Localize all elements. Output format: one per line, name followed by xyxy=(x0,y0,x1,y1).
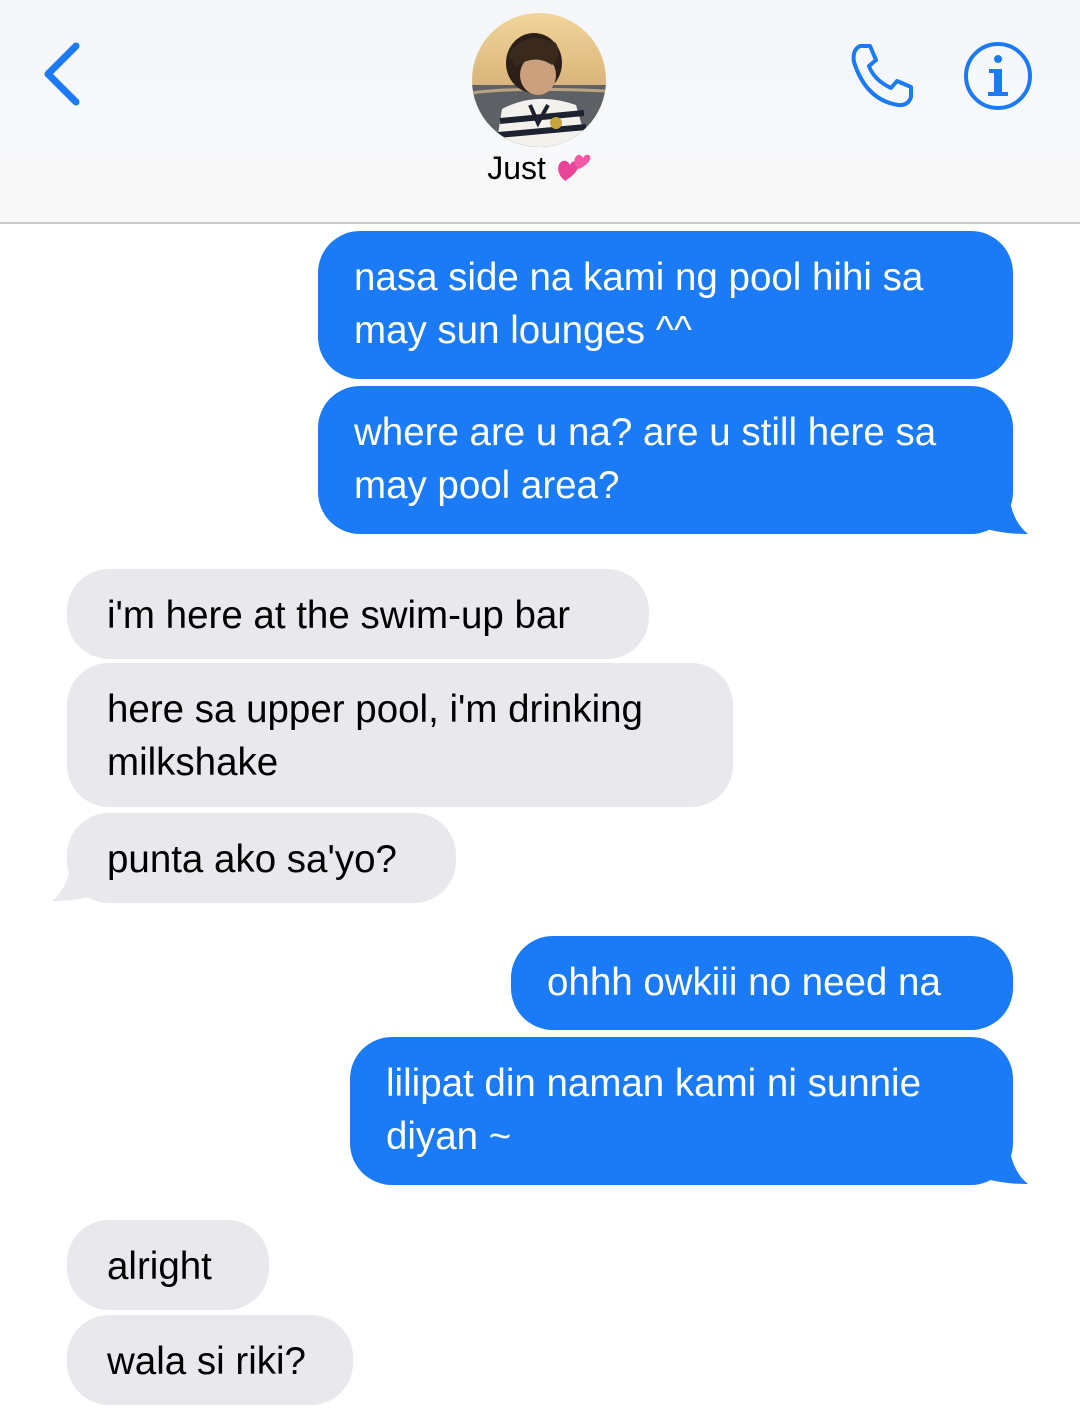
message-line: may sun lounges ^^ xyxy=(354,309,692,352)
message-line: ohhh owkiii no need na xyxy=(547,961,941,1004)
contact-avatar[interactable] xyxy=(472,13,606,147)
contact-name-text: Just xyxy=(487,150,546,186)
message-line: here sa upper pool, i'm drinking xyxy=(107,688,643,731)
message-bubble-outgoing[interactable]: where are u na? are u still here sa may … xyxy=(318,386,1013,534)
message-line: alright xyxy=(107,1245,212,1288)
message-line: lilipat din naman kami ni sunnie xyxy=(386,1062,922,1105)
two-hearts-icon xyxy=(557,151,593,191)
message-line: i'm here at the swim-up bar xyxy=(107,594,571,637)
message-line: wala si riki? xyxy=(107,1340,306,1383)
chevron-left-icon xyxy=(44,42,80,106)
message-bubble-incoming[interactable]: punta ako sa'yo? xyxy=(67,813,456,903)
message-line: may pool area? xyxy=(354,464,620,507)
bubble-tail-outgoing xyxy=(978,1136,1028,1184)
message-line: where are u na? are u still here sa xyxy=(354,411,937,454)
contact-name[interactable]: Just xyxy=(0,150,1080,191)
phone-icon xyxy=(851,44,913,108)
message-line: nasa side na kami ng pool hihi sa xyxy=(354,256,924,299)
message-bubble-incoming[interactable]: i'm here at the swim-up bar xyxy=(67,569,649,659)
conversation-header: Just xyxy=(0,0,1080,224)
message-line: milkshake xyxy=(107,741,279,784)
message-bubble-outgoing[interactable]: ohhh owkiii no need na xyxy=(511,936,1013,1030)
info-button[interactable] xyxy=(962,40,1034,112)
message-bubble-incoming[interactable]: wala si riki? xyxy=(67,1315,353,1405)
back-button[interactable] xyxy=(36,38,96,110)
message-bubble-incoming[interactable]: here sa upper pool, i'm drinking milksha… xyxy=(67,663,733,807)
bubble-tail-outgoing xyxy=(978,486,1028,534)
call-button[interactable] xyxy=(846,40,918,112)
message-bubble-outgoing[interactable]: lilipat din naman kami ni sunnie diyan ~ xyxy=(350,1037,1013,1185)
info-icon xyxy=(964,42,1032,110)
message-bubble-outgoing[interactable]: nasa side na kami ng pool hihi sa may su… xyxy=(318,231,1013,379)
message-line: punta ako sa'yo? xyxy=(107,838,397,881)
message-bubble-incoming[interactable]: alright xyxy=(67,1220,269,1310)
bubble-tail-incoming xyxy=(52,853,102,901)
message-line: diyan ~ xyxy=(386,1115,512,1158)
